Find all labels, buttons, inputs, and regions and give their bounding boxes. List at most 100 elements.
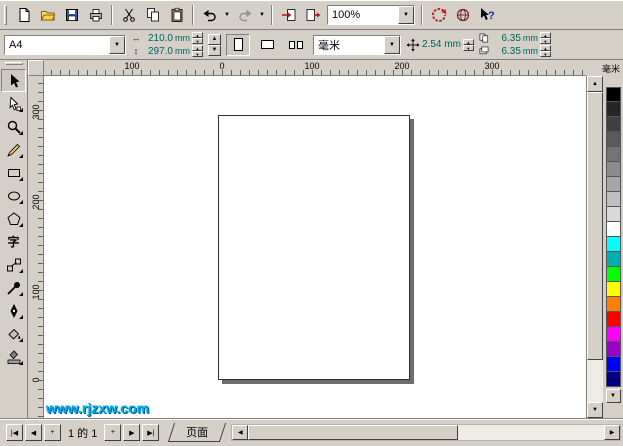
page-tab-wrap: 页面 [168, 423, 227, 442]
interactive-fill-tool-button[interactable] [1, 345, 26, 368]
vertical-ruler[interactable]: 300 200 100 0 [28, 76, 44, 418]
open-button[interactable] [36, 3, 59, 26]
add-page-before-button[interactable]: + [44, 424, 61, 441]
horizontal-scrollbar: ◀ ▶ [231, 424, 621, 441]
redo-dropdown-arrow[interactable]: ▼ [257, 3, 267, 26]
color-palette: ▼ [603, 76, 623, 418]
redo-button[interactable] [233, 3, 256, 26]
units-combobox[interactable]: 毫米 ▼ [313, 34, 401, 55]
scroll-left-button[interactable]: ◀ [232, 425, 249, 440]
palette-more-button[interactable]: ▼ [605, 389, 621, 403]
application-launcher-icon [431, 7, 446, 22]
landscape-orientation-button[interactable] [255, 33, 279, 56]
import-button[interactable] [277, 3, 300, 26]
apply-to-all-pages-button[interactable] [284, 33, 308, 56]
zoom-tool-button[interactable] [1, 115, 26, 138]
color-swatch[interactable] [605, 372, 621, 387]
undo-button[interactable] [198, 3, 221, 26]
color-swatch[interactable] [605, 102, 621, 117]
export-button[interactable] [301, 3, 324, 26]
previous-page-button[interactable]: ◀ [25, 424, 42, 441]
outline-tool-button[interactable] [1, 299, 26, 322]
paper-type-dropdown-arrow-icon[interactable]: ▼ [109, 35, 125, 54]
duplicate-y-spin-down[interactable]: ▼ [539, 51, 551, 57]
vertical-scrollbar-track[interactable] [587, 360, 603, 402]
horizontal-scrollbar-thumb[interactable] [248, 425, 459, 440]
corel-online-button[interactable] [451, 3, 474, 26]
paste-button[interactable] [165, 3, 188, 26]
color-swatch[interactable] [605, 327, 621, 342]
all-pages-icon [289, 40, 303, 49]
paper-height-spin-down[interactable]: ▼ [192, 51, 203, 57]
last-page-button[interactable]: ▶| [142, 424, 160, 441]
duplicate-y-field[interactable]: 6.35 [491, 46, 520, 57]
horizontal-scrollbar-track[interactable] [458, 425, 604, 440]
ruler-origin-corner[interactable] [28, 60, 44, 76]
color-swatch[interactable] [605, 252, 621, 267]
color-swatch[interactable] [605, 207, 621, 222]
paper-width-spin-down[interactable]: ▼ [192, 38, 203, 44]
color-swatch[interactable] [605, 162, 621, 177]
pick-tool-button[interactable] [1, 69, 26, 92]
color-swatch[interactable] [605, 177, 621, 192]
new-document-button[interactable] [12, 3, 35, 26]
add-page-after-button[interactable]: + [104, 424, 122, 441]
drawing-canvas[interactable]: www.rjzxw.com [44, 76, 586, 418]
rectangle-tool-button[interactable] [1, 161, 26, 184]
nudge-spin-down[interactable]: ▼ [462, 44, 474, 51]
zoom-level-combobox[interactable]: 100% ▼ [327, 4, 415, 25]
document-page[interactable] [218, 115, 410, 380]
horizontal-ruler[interactable]: 100 0 100 200 300 [44, 60, 586, 76]
color-swatch[interactable] [605, 117, 621, 132]
cut-button[interactable] [117, 3, 140, 26]
duplicate-x-field[interactable]: 6.35 [491, 33, 520, 44]
color-swatch[interactable] [605, 312, 621, 327]
color-swatch[interactable] [605, 192, 621, 207]
color-swatch[interactable] [605, 282, 621, 297]
copy-button[interactable] [141, 3, 164, 26]
eyedropper-tool-button[interactable] [1, 276, 26, 299]
toolbox-grip[interactable] [4, 62, 23, 65]
paper-size-spin-down[interactable]: ▼ [208, 44, 221, 56]
color-swatch[interactable] [605, 222, 621, 237]
first-page-button[interactable]: |◀ [6, 424, 23, 441]
color-swatch[interactable] [605, 357, 621, 372]
landscape-icon [260, 40, 274, 49]
portrait-orientation-button[interactable] [226, 33, 250, 56]
scroll-right-button[interactable]: ▶ [604, 425, 620, 440]
context-help-button[interactable]: ? [475, 3, 498, 26]
paper-size-spin-up[interactable]: ▲ [208, 33, 221, 45]
zoom-dropdown-arrow-icon[interactable]: ▼ [398, 5, 414, 24]
freehand-tool-button[interactable] [1, 138, 26, 161]
text-tool-button[interactable]: 字 [1, 230, 26, 253]
shape-tool-button[interactable] [1, 92, 26, 115]
undo-dropdown-arrow[interactable]: ▼ [222, 3, 232, 26]
scroll-up-button[interactable]: ▲ [587, 76, 603, 92]
nudge-offset-field[interactable]: 2.54 mm [422, 39, 461, 50]
paper-width-field[interactable]: 210.0 [143, 33, 173, 44]
polygon-tool-button[interactable] [1, 207, 26, 230]
color-swatch[interactable] [605, 132, 621, 147]
interactive-blend-tool-button[interactable] [1, 253, 26, 276]
paper-height-icon: ↕ [133, 46, 139, 56]
save-button[interactable] [60, 3, 83, 26]
units-dropdown-arrow-icon[interactable]: ▼ [384, 35, 400, 54]
ellipse-tool-button[interactable] [1, 184, 26, 207]
paper-type-combobox[interactable]: A4 ▼ [4, 34, 126, 55]
color-swatch[interactable] [605, 342, 621, 357]
paper-height-field[interactable]: 297.0 [143, 46, 173, 57]
page-tab[interactable]: 页面 [168, 423, 227, 442]
vertical-scrollbar-thumb[interactable] [587, 92, 603, 360]
fill-tool-button[interactable] [1, 322, 26, 345]
duplicate-x-spin-down[interactable]: ▼ [539, 38, 551, 44]
color-swatch[interactable] [605, 147, 621, 162]
toolbar-grip[interactable] [4, 4, 7, 25]
color-swatch[interactable] [605, 297, 621, 312]
scroll-down-button[interactable]: ▼ [587, 402, 603, 418]
color-swatch[interactable] [605, 267, 621, 282]
next-page-button[interactable]: ▶ [123, 424, 141, 441]
print-button[interactable] [84, 3, 107, 26]
color-swatch[interactable] [605, 237, 621, 252]
color-swatch[interactable] [605, 87, 621, 102]
application-launcher-button[interactable] [427, 3, 450, 26]
